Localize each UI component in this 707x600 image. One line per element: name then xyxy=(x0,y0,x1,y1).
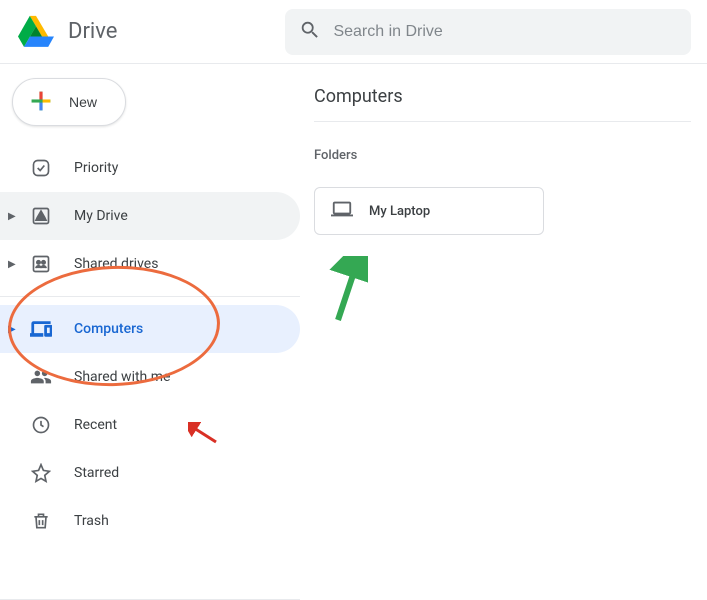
sidebar-item-computers[interactable]: ▶ Computers xyxy=(0,305,300,353)
main-content: Computers Folders My Laptop xyxy=(300,64,707,600)
header: Drive xyxy=(0,0,707,64)
search-box[interactable] xyxy=(285,9,691,55)
people-icon xyxy=(30,366,52,388)
sidebar-item-priority[interactable]: Priority xyxy=(0,144,300,192)
folder-name: My Laptop xyxy=(369,204,430,219)
sidebar-item-label: Trash xyxy=(74,513,109,529)
drive-logo[interactable] xyxy=(16,12,56,52)
sidebar-item-label: Starred xyxy=(74,465,119,481)
sidebar-item-my-drive[interactable]: ▶ My Drive xyxy=(0,192,300,240)
sidebar-item-shared-drives[interactable]: ▶ Shared drives xyxy=(0,240,300,288)
chevron-right-icon[interactable]: ▶ xyxy=(8,324,16,335)
sidebar-item-trash[interactable]: Trash xyxy=(0,497,300,545)
app-title: Drive xyxy=(68,19,117,44)
sidebar-item-label: Priority xyxy=(74,160,118,176)
plus-icon xyxy=(27,87,55,118)
sidebar-item-starred[interactable]: Starred xyxy=(0,449,300,497)
page-title: Computers xyxy=(314,86,691,122)
sidebar-item-label: My Drive xyxy=(74,208,128,224)
sidebar-item-label: Recent xyxy=(74,417,117,433)
chevron-right-icon[interactable]: ▶ xyxy=(8,259,16,270)
sidebar-item-label: Shared drives xyxy=(74,256,158,272)
new-button[interactable]: New xyxy=(12,78,126,126)
chevron-right-icon[interactable]: ▶ xyxy=(8,211,16,222)
new-button-label: New xyxy=(69,94,97,110)
laptop-icon xyxy=(331,198,353,224)
sidebar-item-label: Computers xyxy=(74,321,143,337)
folders-section-label: Folders xyxy=(314,148,691,163)
sidebar-item-shared-with-me[interactable]: Shared with me xyxy=(0,353,300,401)
folder-item[interactable]: My Laptop xyxy=(314,187,544,235)
sidebar-item-recent[interactable]: Recent xyxy=(0,401,300,449)
divider xyxy=(0,296,300,297)
devices-icon xyxy=(30,318,52,340)
drive-icon xyxy=(30,205,52,227)
trash-icon xyxy=(30,510,52,532)
checkbox-icon xyxy=(30,157,52,179)
star-icon xyxy=(30,462,52,484)
clock-icon xyxy=(30,414,52,436)
sidebar: New Priority ▶ My Drive ▶ xyxy=(0,64,300,600)
search-icon xyxy=(299,19,321,45)
sidebar-item-label: Shared with me xyxy=(74,369,170,385)
search-input[interactable] xyxy=(333,23,677,41)
shared-drives-icon xyxy=(30,253,52,275)
